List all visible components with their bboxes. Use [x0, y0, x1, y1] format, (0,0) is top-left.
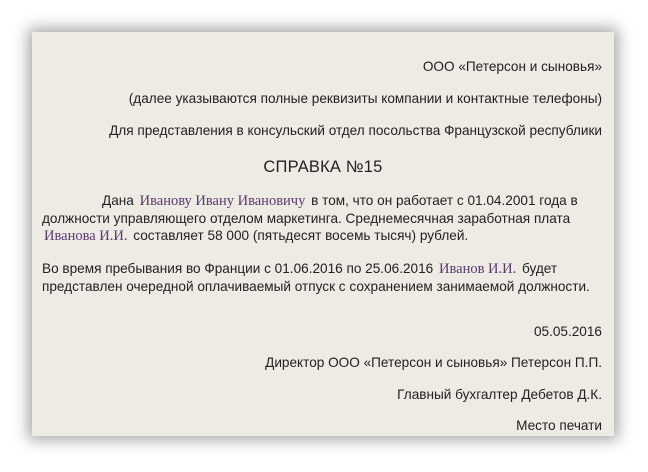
- certificate-document: ООО «Петерсон и сыновья» (далее указываю…: [32, 32, 614, 436]
- issue-date: 05.05.2016: [533, 324, 602, 339]
- document-title: СПРАВКА №15: [263, 158, 383, 176]
- director-signature: Директор ООО «Петерсон и сыновья» Петерс…: [265, 355, 602, 370]
- accountant-signature: Главный бухгалтер Дебетов Д.К.: [397, 387, 602, 402]
- company-name: ООО «Петерсон и сыновья»: [422, 59, 602, 74]
- paragraph-employment: Дана Иванову Ивану Ивановичу в том, что …: [42, 192, 608, 245]
- employee-full-name: Иванову Ивану Ивановичу: [139, 193, 306, 209]
- paragraph-vacation: Во время пребывания во Франции с 01.06.2…: [42, 260, 608, 295]
- employee-name-vacation: Иванов И.И.: [439, 261, 517, 277]
- details-note: (далее указываются полные реквизиты комп…: [128, 91, 602, 106]
- p2-text-a: Во время пребывания во Франции с 01.06.2…: [42, 261, 434, 276]
- employee-short-name: Иванова И.И.: [44, 228, 128, 244]
- recipient-line: Для представления в консульский отдел по…: [109, 123, 602, 138]
- p1-text-a: Дана: [102, 193, 134, 208]
- stamp-place: Место печати: [516, 418, 602, 433]
- p1-text-c: составляет 58 000 (пятьдесят восемь тыся…: [133, 228, 469, 243]
